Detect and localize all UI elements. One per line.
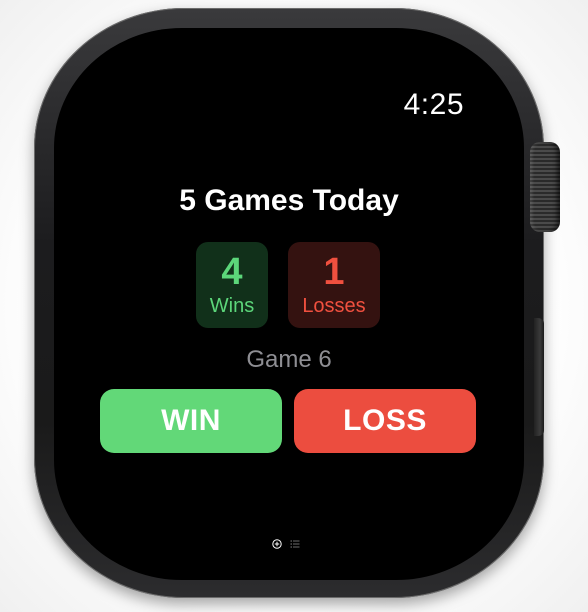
page-indicator[interactable]	[272, 534, 300, 549]
losses-label: Losses	[302, 295, 366, 317]
watch-stage: 4:25 5 Games Today 4 Wins 1 Losses Game …	[0, 0, 588, 612]
list-icon[interactable]	[290, 534, 300, 548]
win-button[interactable]: WIN	[100, 389, 282, 453]
wins-count: 4	[221, 251, 243, 293]
losses-stat: 1 Losses	[288, 242, 380, 328]
digital-crown[interactable]	[530, 142, 560, 232]
watch-screen: 4:25 5 Games Today 4 Wins 1 Losses Game …	[54, 28, 524, 580]
wins-stat: 4 Wins	[196, 242, 268, 328]
status-time: 4:25	[403, 88, 464, 121]
page-title: 5 Games Today	[179, 184, 399, 217]
side-button[interactable]	[534, 318, 544, 436]
loss-button[interactable]: LOSS	[294, 389, 476, 453]
plus-circle-icon[interactable]	[272, 534, 282, 549]
wins-label: Wins	[209, 295, 255, 317]
game-label: Game 6	[246, 346, 332, 373]
losses-count: 1	[323, 251, 345, 293]
